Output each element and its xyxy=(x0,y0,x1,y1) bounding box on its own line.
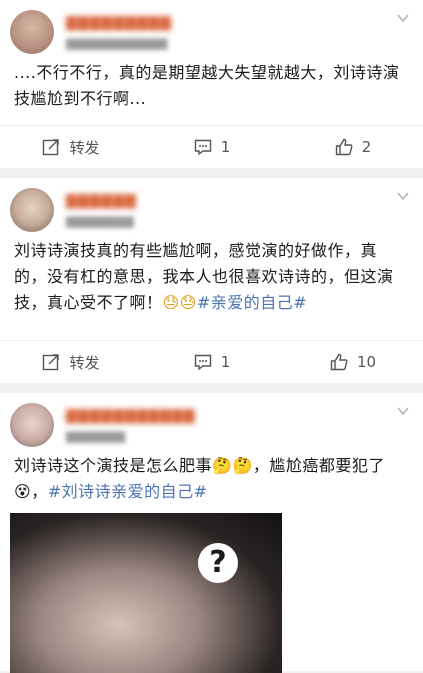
post-1: ▇▇▇▇▇▇▇▇▇ ▇▇▇▇▇▇▇▇▇▇▇▇ ....不行不行，真的是期望越大失… xyxy=(0,0,423,168)
chevron-down-icon[interactable] xyxy=(395,10,411,26)
post-text-content: ....不行不行，真的是期望越大失望就越大，刘诗诗演技尴尬到不行啊... xyxy=(14,63,400,108)
repost-button[interactable]: 转发 xyxy=(0,352,141,373)
post-image[interactable]: ? xyxy=(10,513,282,673)
emoji-thinking: 🤔🤔 xyxy=(212,456,253,475)
comment-count: 1 xyxy=(220,138,231,156)
question-mark-icon: ? xyxy=(198,543,238,583)
timestamp-blurred: ▇▇▇▇▇▇▇▇▇▇▇▇ xyxy=(66,36,168,50)
repost-icon xyxy=(43,354,60,371)
like-button[interactable]: 2 xyxy=(282,137,423,157)
post-text-content-2: ，尴尬癌都要犯了 xyxy=(252,456,385,475)
username-blurred[interactable]: ▇▇▇▇▇▇▇▇▇▇▇ xyxy=(66,408,411,424)
post-header: ▇▇▇▇▇▇ ▇▇▇▇▇▇▇▇ xyxy=(0,178,423,238)
repost-button[interactable]: 转发 xyxy=(0,137,141,158)
post-text-comma: ， xyxy=(31,482,48,501)
comment-button[interactable]: 1 xyxy=(141,352,282,372)
like-icon xyxy=(330,353,348,371)
timestamp-blurred: ▇▇▇▇▇▇▇ xyxy=(66,429,126,443)
timestamp-blurred: ▇▇▇▇▇▇▇▇ xyxy=(66,214,134,228)
post-text: ....不行不行，真的是期望越大失望就越大，刘诗诗演技尴尬到不行啊... xyxy=(0,60,423,122)
post-text: 刘诗诗演技真的有些尴尬啊，感觉演的好做作，真的，没有杠的意思，我本人也很喜欢诗诗… xyxy=(0,238,423,326)
comment-button[interactable]: 1 xyxy=(141,137,282,157)
repost-icon xyxy=(43,139,60,156)
like-button[interactable]: 10 xyxy=(282,352,423,372)
chevron-down-icon[interactable] xyxy=(395,188,411,204)
like-icon xyxy=(335,138,353,156)
post-header: ▇▇▇▇▇▇▇▇▇ ▇▇▇▇▇▇▇▇▇▇▇▇ xyxy=(0,0,423,60)
post-2: ▇▇▇▇▇▇ ▇▇▇▇▇▇▇▇ 刘诗诗演技真的有些尴尬啊，感觉演的好做作，真的，… xyxy=(0,178,423,383)
like-count: 10 xyxy=(356,353,377,371)
avatar[interactable] xyxy=(10,188,54,232)
topic-link[interactable]: #刘诗诗亲爱的自己# xyxy=(48,482,208,501)
repost-label: 转发 xyxy=(69,138,100,157)
post-3: ▇▇▇▇▇▇▇▇▇▇▇ ▇▇▇▇▇▇▇ 刘诗诗这个演技是怎么肥事🤔🤔，尴尬癌都要… xyxy=(0,393,423,673)
comment-icon xyxy=(194,139,211,156)
like-count: 2 xyxy=(361,138,372,156)
post-text: 刘诗诗这个演技是怎么肥事🤔🤔，尴尬癌都要犯了 😵，#刘诗诗亲爱的自己# xyxy=(0,453,423,507)
post-meta: ▇▇▇▇▇▇ ▇▇▇▇▇▇▇▇ xyxy=(66,193,411,228)
emoji-dizzy: 😵 xyxy=(14,482,32,501)
avatar[interactable] xyxy=(10,10,54,54)
action-bar: 转发 1 2 xyxy=(0,125,423,168)
emoji-sweat: 😓😓 xyxy=(162,293,197,312)
post-meta: ▇▇▇▇▇▇▇▇▇▇▇ ▇▇▇▇▇▇▇ xyxy=(66,408,411,443)
repost-label: 转发 xyxy=(69,353,100,372)
username-blurred[interactable]: ▇▇▇▇▇▇ xyxy=(66,193,411,209)
chevron-down-icon[interactable] xyxy=(395,403,411,419)
post-text-content: 刘诗诗这个演技是怎么肥事 xyxy=(14,456,213,475)
avatar[interactable] xyxy=(10,403,54,447)
post-header: ▇▇▇▇▇▇▇▇▇▇▇ ▇▇▇▇▇▇▇ xyxy=(0,393,423,453)
topic-link[interactable]: #亲爱的自己# xyxy=(197,293,307,312)
action-bar: 转发 1 10 xyxy=(0,340,423,383)
post-meta: ▇▇▇▇▇▇▇▇▇ ▇▇▇▇▇▇▇▇▇▇▇▇ xyxy=(66,15,411,50)
comment-icon xyxy=(194,354,211,371)
comment-count: 1 xyxy=(220,353,231,371)
username-blurred[interactable]: ▇▇▇▇▇▇▇▇▇ xyxy=(66,15,411,31)
